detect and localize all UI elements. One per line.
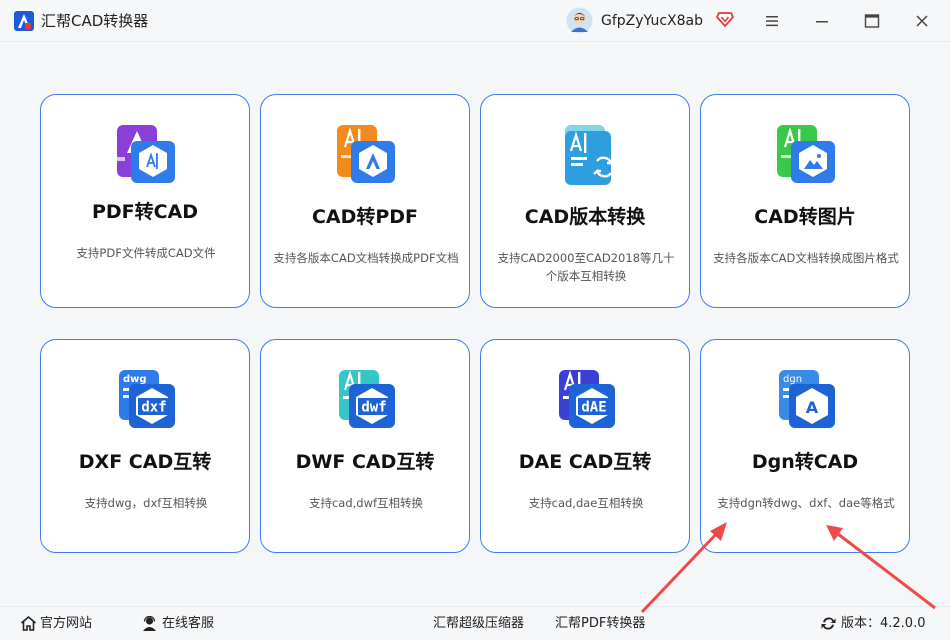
version-label: 版本：4.2.0.0 [841, 616, 926, 631]
card-description: 支持dgn转dwg、dxf、dae等格式 [717, 496, 895, 510]
compressor-link[interactable]: 汇帮超级压缩器 [433, 615, 524, 633]
pdf-converter-link[interactable]: 汇帮PDF转换器 [555, 615, 645, 633]
support-icon [143, 615, 156, 631]
dae-icon: dAE [559, 370, 615, 428]
username[interactable]: GfpZyYucX8ab [601, 11, 703, 31]
tool-grid: PDF转CAD 支持PDF文件转成CAD文件 CAD转PDF 支持各版本CAD文… [0, 42, 950, 606]
card-dae-cad[interactable]: dAE DAE CAD互转 支持cad,dae互相转换 [480, 339, 690, 553]
user-avatar-icon[interactable] [566, 7, 593, 34]
title-bar: 汇帮CAD转换器 GfpZyYucX8ab [0, 0, 950, 42]
card-description: 支持dwg，dxf互相转换 [84, 496, 208, 510]
close-icon[interactable] [913, 12, 931, 30]
card-title: Dgn转CAD [751, 451, 859, 473]
svg-text:dgn: dgn [783, 374, 802, 385]
card-dwf-cad[interactable]: dwf DWF CAD互转 支持cad,dwf互相转换 [260, 339, 470, 553]
maximize-icon[interactable] [863, 12, 881, 30]
svg-text:dxf: dxf [141, 400, 166, 416]
card-dxf-cad[interactable]: dwg dxf DXF CAD互转 支持dwg，dxf互相转换 [40, 339, 250, 553]
vip-diamond-icon[interactable] [716, 10, 734, 28]
card-description: 支持cad,dae互相转换 [528, 496, 644, 510]
card-title: CAD版本转换 [524, 206, 646, 228]
card-cad-to-pdf[interactable]: CAD转PDF 支持各版本CAD文档转换成PDF文档 [260, 94, 470, 308]
card-title: CAD转图片 [754, 206, 856, 228]
card-title: DAE CAD互转 [518, 451, 652, 473]
svg-text:dwf: dwf [361, 400, 386, 416]
dxf-icon: dwg dxf [119, 370, 175, 428]
app-title: 汇帮CAD转换器 [41, 12, 149, 30]
card-description: 支持各版本CAD文档转换成图片格式 [713, 251, 899, 265]
card-pdf-to-cad[interactable]: PDF转CAD 支持PDF文件转成CAD文件 [40, 94, 250, 308]
svg-text:dAE: dAE [581, 400, 606, 416]
menu-icon[interactable] [763, 12, 781, 30]
card-description: 支持PDF文件转成CAD文件 [76, 246, 216, 260]
cad-version-icon [565, 125, 615, 185]
cad-to-pdf-icon [337, 125, 395, 183]
card-title: DWF CAD互转 [295, 451, 435, 473]
official-website-link[interactable]: 官方网站 [40, 615, 92, 633]
cad-to-image-icon [777, 125, 835, 183]
dwf-icon: dwf [339, 370, 395, 428]
card-title: CAD转PDF [311, 206, 419, 228]
svg-text:dwg: dwg [123, 374, 147, 385]
card-description: 支持CAD2000至CAD2018等几十个版本互相转换 [497, 251, 675, 283]
card-cad-version[interactable]: CAD版本转换 支持CAD2000至CAD2018等几十个版本互相转换 [480, 94, 690, 308]
card-description: 支持cad,dwf互相转换 [308, 496, 424, 510]
card-dgn-to-cad[interactable]: dgn A Dgn转CAD 支持dgn转dwg、dxf、dae等格式 [700, 339, 910, 553]
card-title: PDF转CAD [91, 201, 199, 223]
footer-bar: 官方网站 在线客服 汇帮超级压缩器 汇帮PDF转换器 版本：4.2.0.0 [0, 606, 950, 640]
svg-text:A: A [806, 398, 819, 417]
pdf-to-cad-icon [117, 125, 175, 183]
minimize-icon[interactable] [813, 12, 831, 30]
refresh-icon[interactable] [820, 615, 837, 632]
home-icon [20, 615, 37, 631]
card-title: DXF CAD互转 [78, 451, 212, 473]
card-description: 支持各版本CAD文档转换成PDF文档 [273, 251, 459, 265]
dgn-icon: dgn A [779, 370, 835, 428]
app-logo-icon [14, 11, 34, 31]
card-cad-to-image[interactable]: CAD转图片 支持各版本CAD文档转换成图片格式 [700, 94, 910, 308]
online-support-link[interactable]: 在线客服 [162, 615, 214, 633]
